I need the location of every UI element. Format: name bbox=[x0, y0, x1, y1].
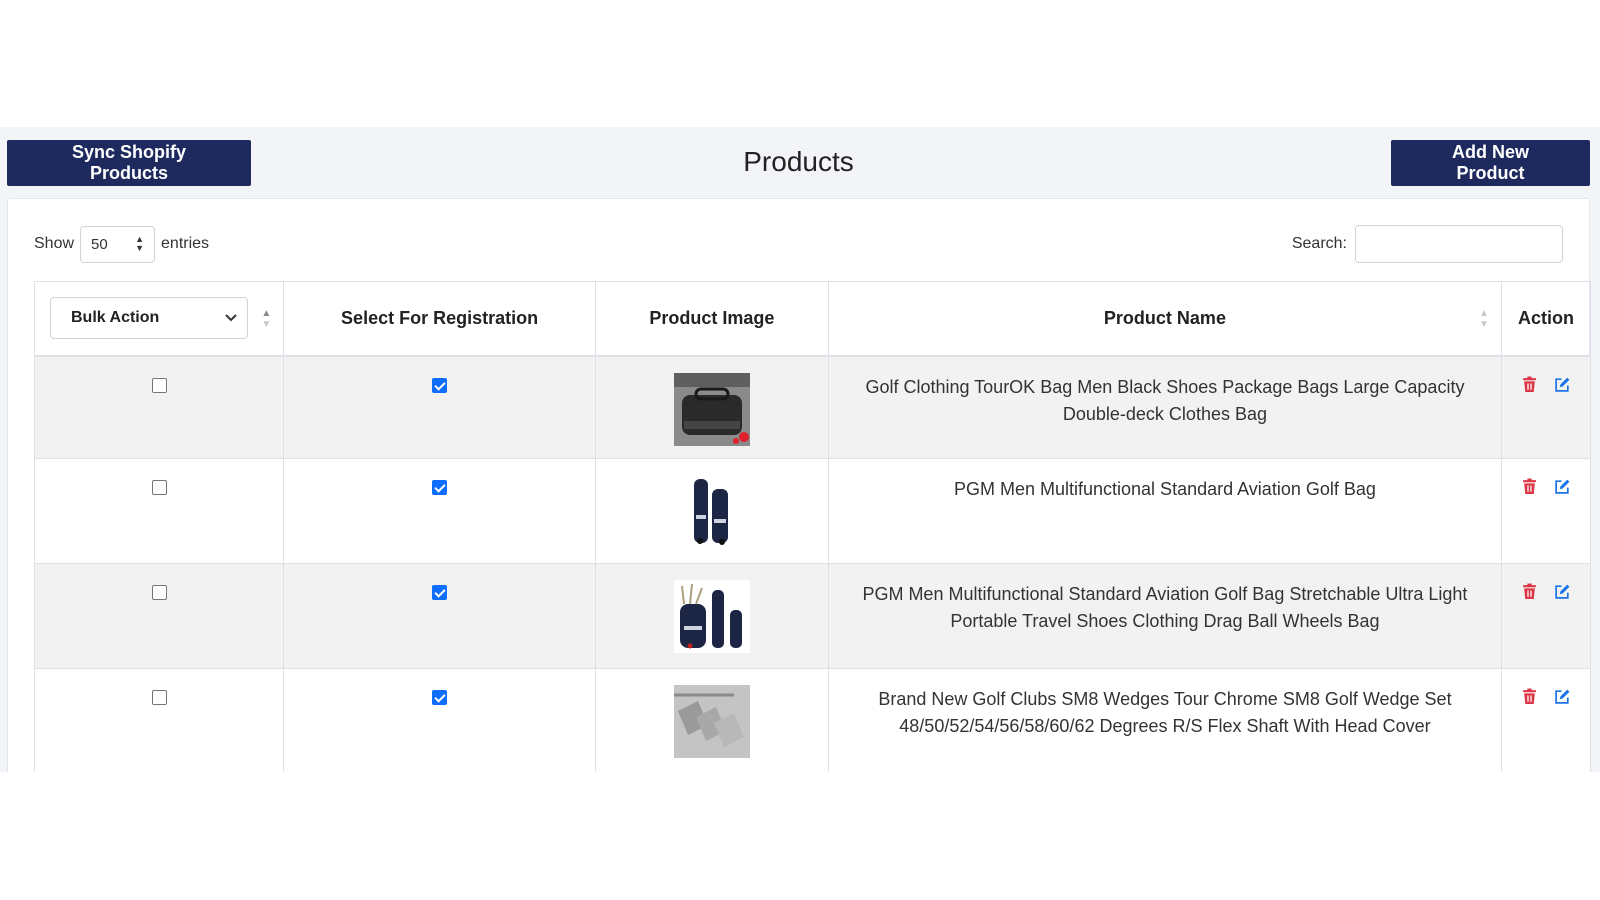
product-name-header-label: Product Name bbox=[1103, 307, 1226, 328]
row-select-cell bbox=[33, 563, 285, 669]
golf-bag-image bbox=[673, 475, 750, 548]
registration-checkbox[interactable] bbox=[432, 585, 448, 600]
page-title: Products bbox=[743, 146, 854, 177]
sort-icon[interactable]: ▲ ▼ bbox=[1479, 308, 1489, 330]
products-page: Sync Shopify Products Products Add New P… bbox=[0, 127, 1600, 772]
registration-checkbox[interactable] bbox=[432, 480, 448, 495]
golf-bag-image bbox=[673, 580, 750, 653]
product-name: Brand New Golf Clubs SM8 Wedges Tour Chr… bbox=[878, 689, 1452, 736]
sort-icon[interactable]: ▲ ▼ bbox=[261, 308, 271, 330]
trash-icon[interactable] bbox=[1521, 688, 1538, 705]
select-arrows-icon: ▲ ▼ bbox=[135, 234, 145, 253]
search-input[interactable] bbox=[1355, 225, 1563, 263]
row-select-cell bbox=[33, 458, 285, 564]
column-product-image: Product Image bbox=[594, 281, 829, 357]
show-label: Show bbox=[34, 235, 75, 252]
bulk-action-label: Bulk Action bbox=[71, 309, 160, 327]
chevron-down-icon bbox=[225, 314, 237, 322]
table-row: Brand New Golf Clubs SM8 Wedges Tour Chr… bbox=[33, 668, 1591, 772]
product-name-cell: PGM Men Multifunctional Standard Aviatio… bbox=[827, 458, 1503, 564]
trash-icon[interactable] bbox=[1521, 478, 1538, 495]
trash-icon[interactable] bbox=[1521, 583, 1538, 600]
action-cell bbox=[1501, 668, 1591, 772]
product-name-cell: PGM Men Multifunctional Standard Aviatio… bbox=[827, 563, 1503, 669]
entries-value: 50 bbox=[91, 235, 108, 253]
golf-wedge-image bbox=[673, 685, 750, 758]
edit-icon[interactable] bbox=[1554, 478, 1571, 495]
edit-icon[interactable] bbox=[1554, 583, 1571, 600]
products-table: Bulk Action ▲ ▼ Select For Registration P… bbox=[33, 281, 1591, 772]
table-row: Golf Clothing TourOK Bag Men Black Shoes… bbox=[33, 355, 1591, 459]
column-product-name[interactable]: Product Name ▲ ▼ bbox=[827, 281, 1503, 357]
search-label: Search: bbox=[1291, 235, 1347, 252]
row-select-checkbox[interactable] bbox=[151, 690, 167, 705]
table-header-row: Bulk Action ▲ ▼ Select For Registration P… bbox=[33, 281, 1591, 357]
product-name-cell: Brand New Golf Clubs SM8 Wedges Tour Chr… bbox=[827, 668, 1503, 772]
row-select-cell bbox=[33, 355, 285, 459]
row-select-checkbox[interactable] bbox=[151, 480, 167, 495]
registration-checkbox[interactable] bbox=[432, 377, 448, 393]
action-cell bbox=[1501, 355, 1591, 459]
product-name: PGM Men Multifunctional Standard Aviatio… bbox=[953, 479, 1376, 499]
golf-bag-image bbox=[673, 372, 750, 446]
edit-icon[interactable] bbox=[1554, 376, 1571, 393]
column-select-for-registration: Select For Registration bbox=[283, 281, 596, 357]
trash-icon[interactable] bbox=[1521, 376, 1538, 393]
action-cell bbox=[1501, 458, 1591, 564]
column-action: Action bbox=[1501, 281, 1591, 357]
add-new-product-button[interactable]: Add New Product bbox=[1391, 140, 1590, 186]
bulk-action-select[interactable]: Bulk Action bbox=[50, 297, 248, 340]
registration-cell bbox=[283, 563, 596, 669]
entries-per-page-select[interactable]: 50 ▲ ▼ bbox=[80, 225, 156, 263]
table-row: PGM Men Multifunctional Standard Aviatio… bbox=[33, 563, 1591, 669]
entries-label: entries bbox=[161, 235, 210, 252]
product-name-cell: Golf Clothing TourOK Bag Men Black Shoes… bbox=[827, 355, 1503, 459]
product-image-cell bbox=[594, 563, 829, 669]
registration-cell bbox=[283, 355, 596, 459]
row-select-checkbox[interactable] bbox=[151, 377, 167, 393]
product-image-cell bbox=[594, 668, 829, 772]
registration-cell bbox=[283, 458, 596, 564]
search-control: Search: bbox=[1292, 225, 1563, 263]
column-bulk-action: Bulk Action ▲ ▼ bbox=[33, 281, 285, 357]
row-select-cell bbox=[33, 668, 285, 772]
row-select-checkbox[interactable] bbox=[151, 585, 167, 600]
products-card: Show 50 ▲▼ entries Search: Bulk Action bbox=[7, 198, 1591, 772]
product-image-cell bbox=[594, 458, 829, 564]
registration-checkbox[interactable] bbox=[432, 690, 448, 705]
product-name: PGM Men Multifunctional Standard Aviatio… bbox=[862, 584, 1468, 631]
product-name: Golf Clothing TourOK Bag Men Black Shoes… bbox=[865, 376, 1465, 424]
edit-icon[interactable] bbox=[1554, 688, 1571, 705]
show-entries-control: Show 50 ▲ ▼ entries bbox=[34, 225, 209, 263]
table-row: PGM Men Multifunctional Standard Aviatio… bbox=[33, 458, 1591, 564]
registration-cell bbox=[283, 668, 596, 772]
action-cell bbox=[1501, 563, 1591, 669]
product-image-cell bbox=[594, 355, 829, 459]
page-header: Sync Shopify Products Products Add New P… bbox=[7, 140, 1590, 186]
